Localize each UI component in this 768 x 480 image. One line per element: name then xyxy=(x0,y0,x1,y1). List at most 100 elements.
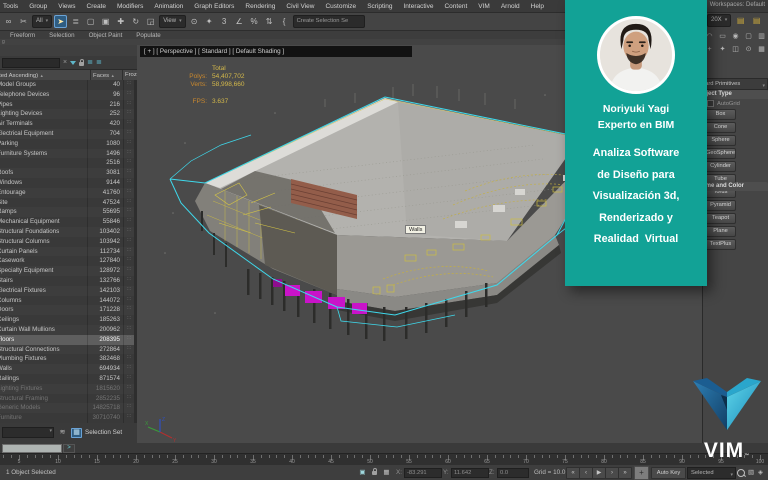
frozen-toggle-icon[interactable]: ∷ xyxy=(123,236,134,247)
table-row-mechanical-equipment[interactable]: Mechanical Equipment 55846 ∷ xyxy=(0,217,134,227)
frozen-toggle-icon[interactable]: ∷ xyxy=(123,354,134,365)
use-pivot-point-icon[interactable]: ⊙ xyxy=(188,15,201,28)
frozen-toggle-icon[interactable]: ∷ xyxy=(123,295,134,306)
frozen-toggle-icon[interactable]: ∷ xyxy=(123,256,134,267)
category-icon-3[interactable]: ⊙ xyxy=(744,45,753,55)
frozen-toggle-icon[interactable]: ∷ xyxy=(123,364,134,374)
frozen-toggle-icon[interactable]: ∷ xyxy=(123,197,134,208)
table-row-generic-models[interactable]: Generic Models 14825718 ∷ xyxy=(0,403,134,414)
menu-civil-view[interactable]: Civil View xyxy=(286,3,314,10)
unlink-selection-icon[interactable]: ✂ xyxy=(17,15,30,28)
frozen-toggle-icon[interactable]: ∷ xyxy=(123,285,134,296)
panel-icon-2[interactable]: ◉ xyxy=(731,32,740,42)
menu-graph-editors[interactable]: Graph Editors xyxy=(194,3,234,10)
ribbon-tab-object-paint[interactable]: Object Paint xyxy=(89,32,123,39)
object-type-rollout[interactable]: Object Type xyxy=(704,90,768,99)
pick-children-icon[interactable]: ≣ xyxy=(96,58,102,67)
menu-tools[interactable]: Tools xyxy=(3,3,18,10)
frozen-toggle-icon[interactable]: ∷ xyxy=(123,226,134,237)
frozen-toggle-icon[interactable]: ∷ xyxy=(123,315,134,325)
frozen-toggle-icon[interactable]: ∷ xyxy=(123,324,134,335)
frozen-toggle-icon[interactable]: ∷ xyxy=(123,89,134,100)
table-row-structural-columns[interactable]: Structural Columns 103942 ∷ xyxy=(0,236,134,247)
frozen-toggle-icon[interactable]: ∷ xyxy=(123,80,134,90)
table-row-roofs[interactable]: Roofs 3081∷ xyxy=(0,168,134,178)
workspaces-label[interactable]: Workspaces: Default xyxy=(710,2,765,8)
frozen-toggle-icon[interactable]: ∷ xyxy=(123,138,134,149)
table-row-electrical-fixtures[interactable]: Electrical Fixtures 142103 ∷ xyxy=(0,285,134,296)
edit-named-sets-icon[interactable]: ▦ xyxy=(71,427,82,438)
primitive-button-plane[interactable]: Plane xyxy=(705,226,736,237)
angle-snap-icon[interactable]: ∠ xyxy=(233,15,246,28)
clear-search-icon[interactable]: × xyxy=(63,58,67,67)
select-and-scale-icon[interactable]: ◲ xyxy=(144,15,157,28)
table-row-plumbing-fixtures[interactable]: Plumbing Fixtures 382468 ∷ xyxy=(0,354,134,365)
menu-group[interactable]: Group xyxy=(29,3,47,10)
frozen-toggle-icon[interactable]: ∷ xyxy=(123,393,134,404)
select-object-icon[interactable]: ➤ xyxy=(54,15,68,28)
frozen-toggle-icon[interactable]: ∷ xyxy=(123,207,134,218)
absolute-mode-icon[interactable]: ▦ xyxy=(382,468,391,477)
frozen-toggle-icon[interactable]: ∷ xyxy=(123,344,134,355)
frozen-toggle-icon[interactable]: ∷ xyxy=(123,413,134,423)
x-coordinate-field[interactable]: -83.291 xyxy=(404,468,442,478)
spinner-snap-icon[interactable]: ⇅ xyxy=(263,15,276,28)
select-and-manipulate-icon[interactable]: ✦ xyxy=(203,15,216,28)
named-selection-sets-icon[interactable]: { xyxy=(278,15,291,28)
table-row-stairs[interactable]: Stairs 132766∷ xyxy=(0,275,134,286)
named-sets-icon[interactable]: ≋ xyxy=(57,428,68,438)
set-keys-button[interactable]: + xyxy=(634,466,649,480)
table-row[interactable]: 2516 ∷ xyxy=(0,158,134,169)
table-row-electrical-equipment[interactable]: Electrical Equipment 704 ∷ xyxy=(0,128,134,139)
table-row-specialty-equipment[interactable]: Specialty Equipment 128972 ∷ xyxy=(0,266,134,276)
table-row-lighting-devices[interactable]: Lighting Devices 252 ∷ xyxy=(0,109,134,120)
ribbon-tab-populate[interactable]: Populate xyxy=(136,32,160,39)
table-row-site[interactable]: Site 47524∷ xyxy=(0,197,134,208)
frozen-toggle-icon[interactable]: ∷ xyxy=(123,109,134,120)
building-model[interactable] xyxy=(155,83,615,343)
table-row-doors[interactable]: Doors 171228∷ xyxy=(0,305,134,316)
frozen-toggle-icon[interactable]: ∷ xyxy=(123,403,134,414)
table-row-casework[interactable]: Casework 127840∷ xyxy=(0,256,134,267)
explorer-search-input[interactable] xyxy=(2,57,60,68)
table-row-structural-foundations[interactable]: Structural Foundations 103402 ∷ xyxy=(0,226,134,237)
table-row-curtain-wall-mullions[interactable]: Curtain Wall Mullions 200962 ∷ xyxy=(0,324,134,335)
table-row-columns[interactable]: Columns 144072∷ xyxy=(0,295,134,306)
primitive-button-textplus[interactable]: TextPlus xyxy=(705,239,736,250)
primitive-button-pyramid[interactable]: Pyramid xyxy=(705,200,736,211)
table-row-parking[interactable]: Parking 1080∷ xyxy=(0,138,134,149)
rectangular-selection-region-icon[interactable]: ▢ xyxy=(84,15,97,28)
viewport-label[interactable]: [ + ] [ Perspective ] [ Standard ] [ Def… xyxy=(140,46,412,57)
table-row-furniture[interactable]: Furniture 30710740∷ xyxy=(0,413,134,423)
z-coordinate-field[interactable]: 0.0 xyxy=(497,468,529,478)
listener-expand-button[interactable]: > xyxy=(63,444,75,453)
table-row-telephone-devices[interactable]: Telephone Devices 96 ∷ xyxy=(0,89,134,100)
render-setup-icon[interactable]: ▤ xyxy=(734,14,747,27)
snaps-toggle-icon[interactable]: 3 xyxy=(218,15,231,28)
menu-customize[interactable]: Customize xyxy=(325,3,356,10)
listener-input[interactable] xyxy=(2,444,62,453)
y-coordinate-field[interactable]: 11.642 xyxy=(451,468,489,478)
table-row-ceilings[interactable]: Ceilings 185263∷ xyxy=(0,315,134,325)
primitive-category-dropdown[interactable]: Standard Primitives▾ xyxy=(704,78,768,90)
primitive-button-box[interactable]: Box xyxy=(705,109,736,120)
selection-lock-region-icon[interactable]: ▣ xyxy=(358,468,367,477)
frozen-toggle-icon[interactable]: ∷ xyxy=(123,99,134,110)
lock-icon[interactable] xyxy=(79,59,85,66)
primitive-button-teapot[interactable]: Teapot xyxy=(705,213,736,224)
frozen-toggle-icon[interactable]: ∷ xyxy=(123,158,134,169)
play-button[interactable]: ▶ xyxy=(592,467,606,479)
select-and-rotate-icon[interactable]: ↻ xyxy=(129,15,142,28)
next-frame-button[interactable]: › xyxy=(605,467,619,479)
selection-lock-icon[interactable] xyxy=(370,468,379,477)
select-and-link-icon[interactable]: ∞ xyxy=(2,15,15,28)
panel-icon-4[interactable]: ▥ xyxy=(757,32,766,42)
table-row-air-terminals[interactable]: Air Terminals 420 ∷ xyxy=(0,119,134,129)
table-row-windows[interactable]: Windows 9144∷ xyxy=(0,177,134,188)
menu-vim[interactable]: VIM xyxy=(478,3,490,10)
frozen-toggle-icon[interactable]: ∷ xyxy=(123,148,134,159)
table-row-entourage[interactable]: Entourage 41760∷ xyxy=(0,187,134,198)
ribbon-tab-freeform[interactable]: Freeform xyxy=(10,32,35,39)
autogrid-checkbox[interactable] xyxy=(707,100,714,107)
panel-icon-1[interactable]: ▭ xyxy=(718,32,727,42)
